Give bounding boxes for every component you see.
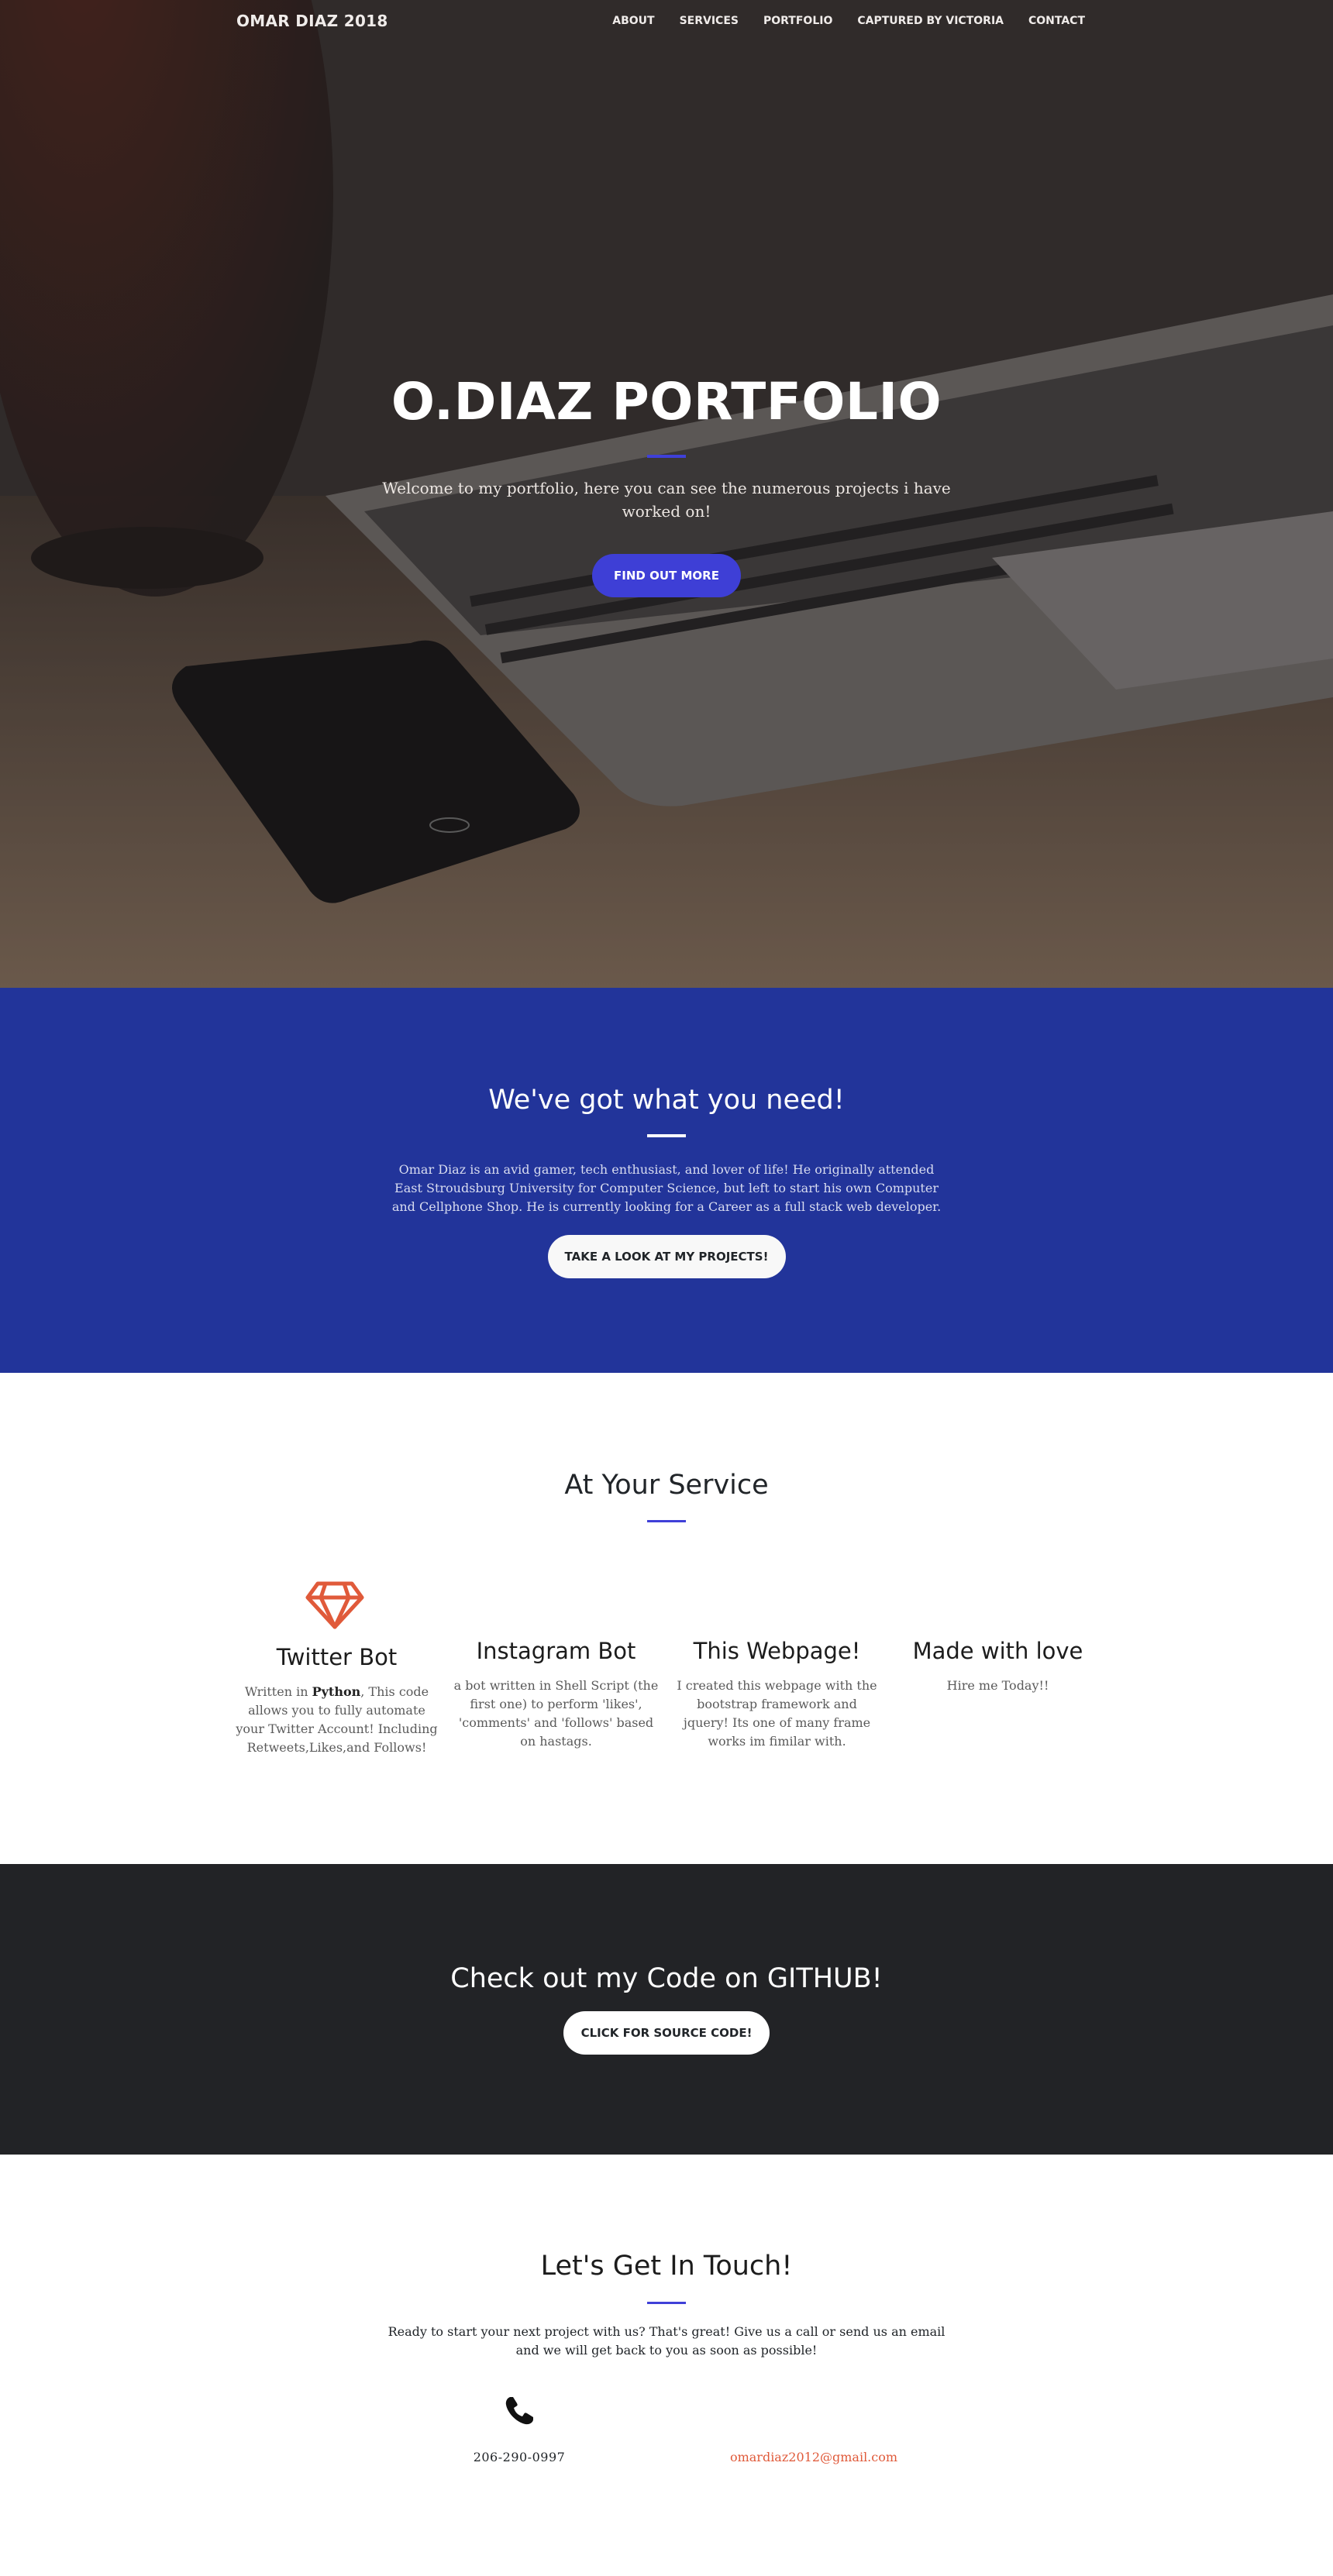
phone-number: 206-290-0997 bbox=[473, 2450, 566, 2464]
phone-icon bbox=[505, 2397, 533, 2425]
nav-link-contact[interactable]: CONTACT bbox=[1028, 15, 1085, 27]
service-made-with-love: Made with love Hire me Today!! bbox=[895, 1638, 1100, 1695]
navbar-brand[interactable]: OMAR DIAZ 2018 bbox=[236, 12, 388, 30]
service-this-webpage: This Webpage! I created this webpage wit… bbox=[674, 1638, 880, 1751]
contact-section: Let's Get In Touch! Ready to start your … bbox=[0, 2155, 1333, 2576]
about-text: Omar Diaz is an avid gamer, tech enthusi… bbox=[391, 1162, 942, 1214]
contact-divider bbox=[647, 2302, 686, 2304]
service-title: Twitter Bot bbox=[276, 1644, 398, 1670]
github-heading: Check out my Code on GITHUB! bbox=[450, 1963, 883, 1994]
email-link[interactable]: omardiaz2012@gmail.com bbox=[698, 2450, 930, 2464]
service-text: I created this webpage with the bootstra… bbox=[677, 1678, 877, 1749]
nav-link-about[interactable]: ABOUT bbox=[612, 15, 654, 27]
services-divider bbox=[647, 1520, 686, 1522]
services-heading: At Your Service bbox=[564, 1470, 769, 1501]
nav-link-services[interactable]: SERVICES bbox=[680, 15, 739, 27]
nav-link-portfolio[interactable]: PORTFOLIO bbox=[763, 15, 832, 27]
navbar: OMAR DIAZ 2018 ABOUT SERVICES PORTFOLIO … bbox=[0, 0, 1333, 45]
nav-links: ABOUT SERVICES PORTFOLIO CAPTURED BY VIC… bbox=[612, 15, 1085, 27]
nav-link-captured-by-victoria[interactable]: CAPTURED BY VICTORIA bbox=[857, 15, 1004, 27]
contact-text: Ready to start your next project with us… bbox=[388, 2324, 946, 2358]
hero-subtitle: Welcome to my portfolio, here you can se… bbox=[382, 479, 951, 521]
service-text: Written in Python, This code allows you … bbox=[236, 1684, 438, 1755]
find-out-more-button[interactable]: FIND OUT MORE bbox=[592, 554, 741, 597]
about-section: We've got what you need! Omar Diaz is an… bbox=[0, 988, 1333, 1373]
about-heading: We've got what you need! bbox=[488, 1085, 845, 1116]
gem-icon bbox=[305, 1581, 364, 1629]
github-section: Check out my Code on GITHUB! CLICK FOR S… bbox=[0, 1864, 1333, 2155]
service-text: Hire me Today!! bbox=[946, 1678, 1049, 1693]
service-twitter-bot: Twitter Bot Written in Python, This code… bbox=[234, 1644, 439, 1757]
hero-content: O.DIAZ PORTFOLIO Welcome to my portfolio… bbox=[0, 372, 1333, 597]
about-divider bbox=[647, 1134, 686, 1137]
service-title: This Webpage! bbox=[693, 1638, 861, 1664]
services-section: At Your Service Twitter Bot Written in P… bbox=[0, 1373, 1333, 1864]
hero-title: O.DIAZ PORTFOLIO bbox=[391, 372, 942, 432]
service-text: a bot written in Shell Script (the first… bbox=[453, 1678, 659, 1749]
contact-heading: Let's Get In Touch! bbox=[540, 2251, 793, 2282]
hero-section: O.DIAZ PORTFOLIO Welcome to my portfolio… bbox=[0, 0, 1333, 988]
source-code-button[interactable]: CLICK FOR SOURCE CODE! bbox=[563, 2011, 770, 2055]
projects-button[interactable]: TAKE A LOOK AT MY PROJECTS! bbox=[547, 1235, 786, 1278]
service-instagram-bot: Instagram Bot a bot written in Shell Scr… bbox=[453, 1638, 659, 1751]
service-title: Instagram Bot bbox=[476, 1638, 636, 1664]
service-title: Made with love bbox=[912, 1638, 1083, 1664]
hero-divider bbox=[647, 455, 686, 458]
